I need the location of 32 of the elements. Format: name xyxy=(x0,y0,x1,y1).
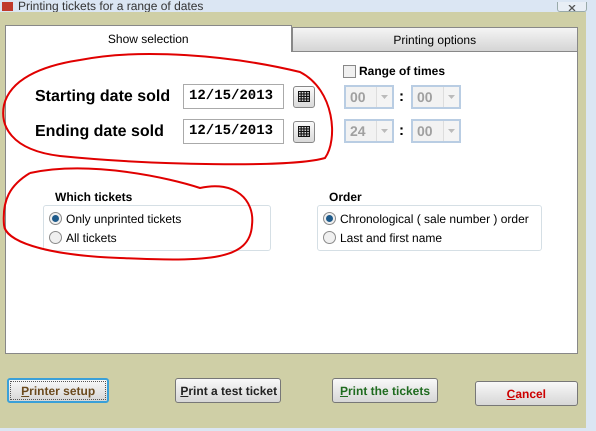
tab[interactable]: Show selection xyxy=(5,25,292,52)
dialog-button[interactable]: Cancel xyxy=(474,381,578,406)
checkbox[interactable] xyxy=(343,64,356,78)
dialog-button[interactable]: Printer setup xyxy=(7,378,110,403)
time-separator: : xyxy=(399,86,405,107)
radio-button[interactable] xyxy=(49,231,62,244)
radio-label: Only unprinted tickets xyxy=(66,210,182,228)
radio-button[interactable] xyxy=(323,212,336,225)
radio-label: Last and first name xyxy=(340,230,442,246)
dialog-button[interactable]: Print a test ticket xyxy=(175,378,282,403)
calendar-grid-icon xyxy=(298,91,310,102)
date-label: Ending date sold xyxy=(35,122,165,142)
radio-button[interactable] xyxy=(49,212,62,225)
close-button[interactable] xyxy=(557,2,587,12)
time-separator: : xyxy=(399,120,405,141)
calendar-grid-icon xyxy=(298,126,310,137)
checkbox-label: Range of times xyxy=(359,63,446,80)
group-title: Which tickets xyxy=(55,190,134,204)
window-title: Printing tickets for a range of dates xyxy=(18,0,204,12)
radio-button[interactable] xyxy=(323,231,336,244)
group-title: Order xyxy=(329,190,363,204)
date-field[interactable]: 12/15/2013 xyxy=(183,84,284,109)
date-field[interactable]: 12/15/2013 xyxy=(183,119,284,144)
calendar-button[interactable] xyxy=(293,86,315,108)
tab[interactable]: Printing options xyxy=(292,27,578,52)
calendar-button[interactable] xyxy=(293,120,315,142)
app-icon xyxy=(2,2,13,11)
radio-label: Chronological ( sale number ) order xyxy=(340,210,529,228)
dialog-button[interactable]: Print the tickets xyxy=(332,378,438,403)
radio-label: All tickets xyxy=(66,230,117,246)
date-label: Starting date sold xyxy=(35,86,172,106)
close-icon xyxy=(568,5,576,11)
